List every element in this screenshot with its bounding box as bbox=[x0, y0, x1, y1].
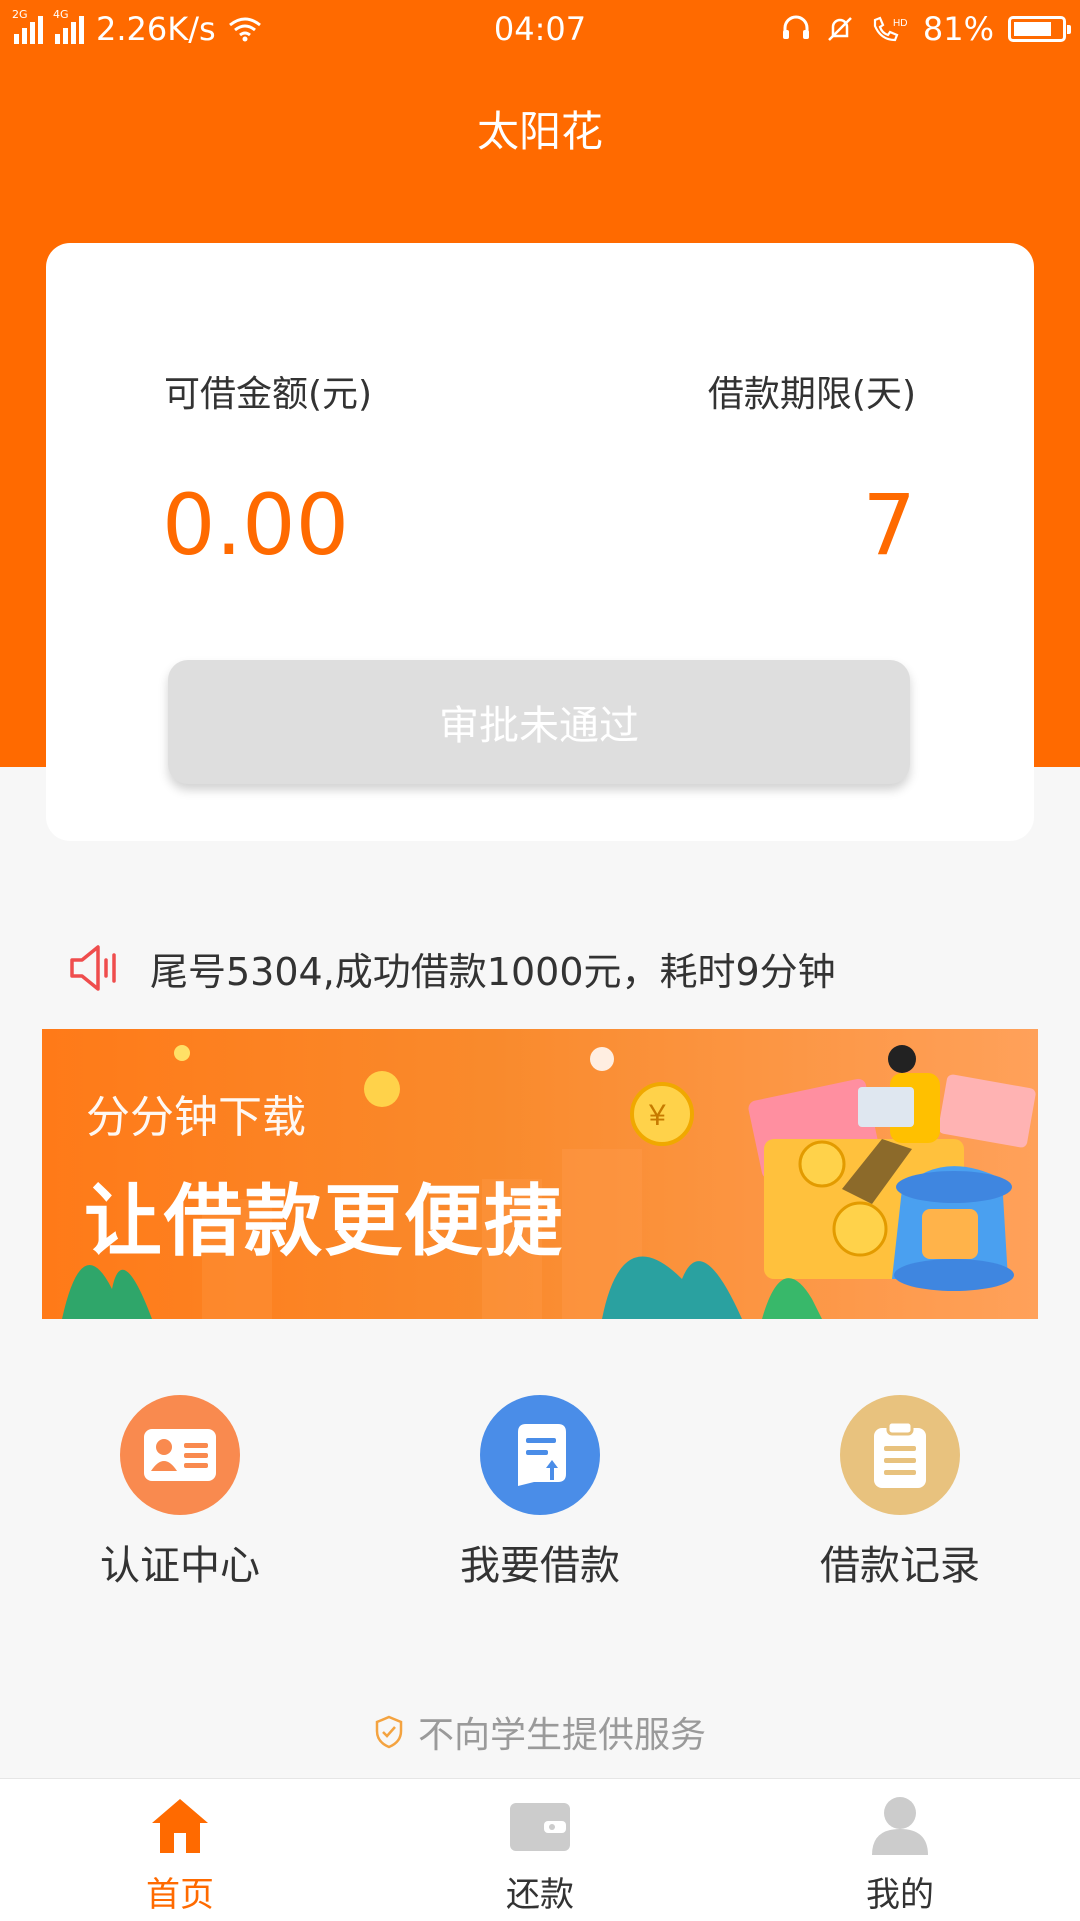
svg-text:¥: ¥ bbox=[648, 1099, 666, 1132]
notice-text: 尾号5304,成功借款1000元，耗时9分钟 bbox=[150, 949, 836, 994]
wallet-icon bbox=[510, 1803, 570, 1851]
id-card-icon bbox=[120, 1395, 240, 1515]
approval-status-button[interactable]: 审批未通过 bbox=[168, 660, 910, 784]
loan-term-label: 借款期限(天) bbox=[707, 374, 916, 415]
promo-banner[interactable]: ¥ 分分钟下载 让借款更便捷 bbox=[42, 1029, 1038, 1319]
tab-label: 还款 bbox=[506, 1875, 574, 1915]
banner-headline: 让借款更便捷 bbox=[84, 1177, 565, 1267]
tab-repayment[interactable]: 还款 bbox=[420, 1795, 660, 1916]
action-label: 认证中心 bbox=[100, 1543, 260, 1589]
svg-text:HD: HD bbox=[893, 18, 907, 29]
status-bar: 2G 4G 2.26K/s 04:07 HD 81% bbox=[0, 0, 1080, 60]
loan-form-icon bbox=[480, 1395, 600, 1515]
action-label: 我要借款 bbox=[460, 1543, 620, 1589]
disclaimer-text: 不向学生提供服务 bbox=[417, 1715, 706, 1756]
hd-call-icon: HD bbox=[873, 16, 907, 42]
loan-summary-card: 可借金额(元) 借款期限(天) 0.00 7 审批未通过 bbox=[46, 243, 1034, 841]
action-certification-center[interactable]: 认证中心 bbox=[60, 1395, 300, 1591]
app-title: 太阳花 bbox=[476, 107, 603, 156]
clipboard-icon bbox=[840, 1395, 960, 1515]
bell-muted-icon bbox=[827, 17, 852, 41]
quick-actions: 认证中心 我要借款 借款记录 bbox=[0, 1395, 1080, 1595]
action-label: 借款记录 bbox=[820, 1543, 980, 1589]
bottom-tab-bar: 首页 还款 我的 bbox=[0, 1778, 1080, 1921]
action-loan-records[interactable]: 借款记录 bbox=[780, 1395, 1020, 1591]
user-icon bbox=[872, 1797, 928, 1855]
battery-percent: 81% bbox=[922, 10, 994, 48]
banner-subtitle: 分分钟下载 bbox=[86, 1092, 306, 1143]
loan-amount-value: 0.00 bbox=[162, 476, 350, 574]
loan-notice: 尾号5304,成功借款1000元，耗时9分钟 bbox=[68, 938, 836, 998]
tab-label: 我的 bbox=[866, 1875, 934, 1915]
tab-home[interactable]: 首页 bbox=[60, 1795, 300, 1916]
shield-check-icon bbox=[375, 1715, 403, 1749]
battery-icon bbox=[1008, 16, 1071, 42]
headset-icon bbox=[782, 15, 809, 39]
tab-label: 首页 bbox=[146, 1875, 214, 1915]
speaker-icon bbox=[70, 945, 116, 991]
student-disclaimer: 不向学生提供服务 bbox=[0, 1706, 1080, 1758]
home-icon bbox=[152, 1799, 208, 1853]
action-apply-loan[interactable]: 我要借款 bbox=[420, 1395, 660, 1591]
tab-mine[interactable]: 我的 bbox=[780, 1795, 1020, 1916]
loan-term-value: 7 bbox=[862, 476, 916, 574]
loan-amount-label: 可借金额(元) bbox=[164, 374, 373, 415]
